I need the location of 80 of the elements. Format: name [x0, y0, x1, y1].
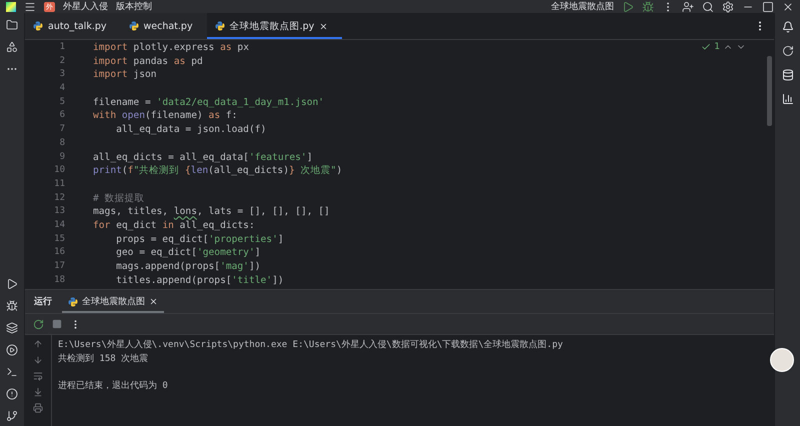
- arrow-down-icon[interactable]: [33, 355, 43, 365]
- terminal-icon[interactable]: [6, 366, 18, 378]
- code-line: titles.append(props['title']): [115, 274, 284, 288]
- code-line: mags, titles, lons, lats = [], [], [], []: [93, 205, 330, 219]
- line-number: 11: [53, 178, 66, 191]
- console-line: E:\Users\外星人入侵\.venv\Scripts\python.exe E:\Users\外星人入侵\数据可视化\下载数据\全球地震散点图.py: [58, 339, 563, 352]
- console-line: 共检测到 158 次地震: [58, 352, 148, 366]
- editor-tab[interactable]: wechat.py: [120, 13, 207, 39]
- scrollbar[interactable]: [767, 56, 772, 126]
- line-number: 8: [58, 136, 66, 150]
- python-icon: [68, 296, 78, 306]
- close-icon[interactable]: [319, 22, 328, 30]
- code-line: # 数据提取: [93, 192, 145, 206]
- console-line: 进程已结束，退出代码为 0: [58, 380, 168, 392]
- rerun-icon[interactable]: [33, 318, 44, 330]
- code-line: filename = 'data2/eq_data_1_day_m1.json': [93, 96, 324, 110]
- line-number: 2: [58, 54, 66, 68]
- vcs-menu[interactable]: 版本控制: [116, 0, 152, 13]
- debug-icon[interactable]: [642, 0, 654, 12]
- code-line: for eq_dict in all_eq_dicts:: [93, 218, 255, 233]
- python-icon: [214, 21, 225, 31]
- line-number: 5: [58, 96, 66, 109]
- code-line: with open(filename) as f:: [93, 109, 238, 124]
- code-line: import pandas as pd: [93, 54, 203, 68]
- database-icon[interactable]: [782, 69, 794, 81]
- line-number: 6: [58, 109, 66, 122]
- line-number: 1: [58, 41, 66, 54]
- line-number: 13: [53, 205, 66, 218]
- problems-icon[interactable]: [6, 388, 18, 400]
- app-logo: [6, 2, 16, 12]
- scroll-end-icon[interactable]: [33, 387, 43, 397]
- code-line: import plotly.express as px: [93, 41, 249, 55]
- line-number: 7: [58, 123, 66, 136]
- line-number: 4: [58, 82, 66, 96]
- code-line: all_eq_data = json.load(f): [115, 123, 266, 137]
- services-icon[interactable]: [6, 344, 18, 356]
- line-number: 15: [53, 232, 66, 246]
- line-number: 14: [53, 218, 66, 232]
- close-icon[interactable]: [149, 297, 158, 306]
- line-number: 12: [53, 192, 66, 205]
- chart-icon[interactable]: [782, 93, 794, 105]
- editor-tab[interactable]: 全球地震散点图.py: [206, 13, 342, 39]
- git-icon[interactable]: [6, 410, 18, 422]
- panel-title: 运行: [34, 296, 52, 309]
- arrow-up-icon[interactable]: [33, 339, 43, 349]
- settings-icon[interactable]: [722, 0, 734, 12]
- run-tab[interactable]: 全球地震散点图: [62, 290, 164, 313]
- code-line: print(f"共检测到 {len(all_eq_dicts)} 次地震"): [93, 164, 342, 178]
- print-icon[interactable]: [33, 403, 43, 413]
- wrap-icon[interactable]: [33, 371, 43, 381]
- user-plus-icon[interactable]: [682, 0, 694, 12]
- line-number: 3: [58, 68, 66, 82]
- close-icon[interactable]: [782, 0, 794, 12]
- editor-tab[interactable]: auto_talk.py: [25, 13, 120, 39]
- notification-icon[interactable]: [782, 21, 794, 33]
- python-icon: [128, 21, 138, 31]
- line-number: 16: [53, 246, 66, 260]
- project-name[interactable]: 外星人入侵: [63, 0, 108, 13]
- search-icon[interactable]: [702, 0, 714, 12]
- line-number: 10: [53, 164, 66, 178]
- stop-icon[interactable]: [52, 319, 62, 329]
- menu-icon[interactable]: [24, 0, 36, 12]
- line-number: 9: [58, 150, 66, 164]
- code-line: import json: [93, 68, 157, 82]
- inspection-count[interactable]: 1: [714, 42, 720, 52]
- code-line: geo = eq_dict['geometry']: [115, 246, 261, 260]
- code-line: mags.append(props['mag']): [115, 260, 261, 274]
- run-config[interactable]: 全球地震散点图: [551, 0, 614, 13]
- folder-icon[interactable]: [6, 19, 18, 31]
- code-line: props = eq_dict['properties']: [115, 232, 284, 246]
- structure-icon[interactable]: [6, 41, 18, 53]
- line-number: 18: [53, 274, 66, 287]
- layers-icon[interactable]: [6, 322, 18, 334]
- maximize-icon[interactable]: [762, 0, 774, 12]
- line-number: 17: [53, 260, 66, 273]
- run-icon[interactable]: [6, 278, 18, 290]
- code-line: all_eq_dicts = all_eq_data['features']: [93, 150, 312, 164]
- avatar[interactable]: [770, 348, 794, 372]
- python-icon: [33, 21, 43, 31]
- check-icon: [701, 42, 712, 52]
